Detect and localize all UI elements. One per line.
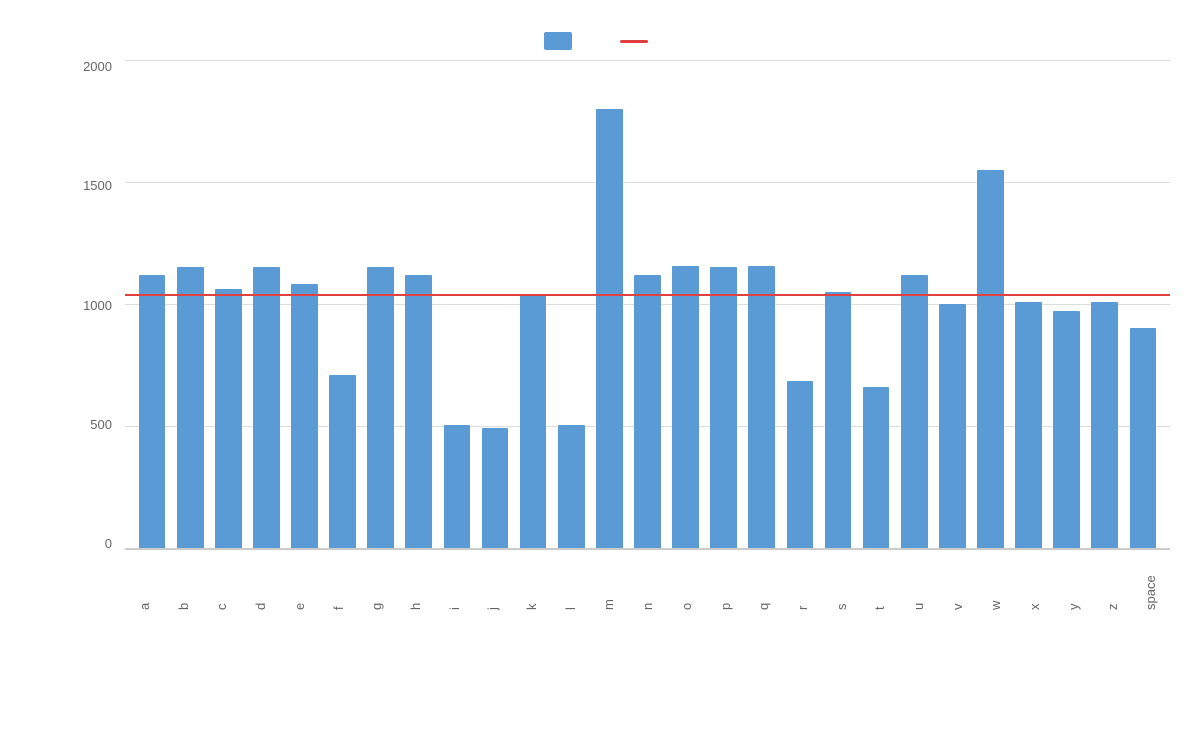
- bar-group-space: [1124, 60, 1162, 548]
- x-label-f: f: [319, 555, 358, 610]
- bar-group-i: [438, 60, 476, 548]
- bar-p: [710, 267, 737, 548]
- bar-group-t: [857, 60, 895, 548]
- x-label-j: j: [473, 555, 512, 610]
- average-line: [125, 294, 1170, 296]
- bar-r: [787, 381, 814, 548]
- bar-y: [1053, 311, 1080, 548]
- bar-h: [405, 275, 432, 548]
- legend-item-line: [620, 40, 656, 43]
- x-label-c: c: [202, 555, 241, 610]
- bar-b: [177, 267, 204, 548]
- bar-group-y: [1048, 60, 1086, 548]
- bar-group-o: [667, 60, 705, 548]
- bar-t: [863, 387, 890, 548]
- bar-d: [253, 267, 280, 548]
- bar-group-x: [1010, 60, 1048, 548]
- chart-container: 2000 1500 1000 500 0 abcdefghijklmnopqrs…: [0, 0, 1200, 742]
- y-label-0: 0: [105, 537, 112, 550]
- bar-group-w: [971, 60, 1009, 548]
- x-label-h: h: [396, 555, 435, 610]
- y-axis-labels: 2000 1500 1000 500 0: [70, 60, 120, 550]
- bar-group-p: [705, 60, 743, 548]
- bar-o: [672, 266, 699, 548]
- legend-bar-icon: [544, 32, 572, 50]
- bar-g: [367, 267, 394, 548]
- bar-group-r: [781, 60, 819, 548]
- bar-group-j: [476, 60, 514, 548]
- x-label-e: e: [280, 555, 319, 610]
- bar-group-u: [895, 60, 933, 548]
- plot-area: [125, 60, 1170, 550]
- x-label-p: p: [706, 555, 745, 610]
- bar-group-z: [1086, 60, 1124, 548]
- x-label-s: s: [822, 555, 861, 610]
- x-label-n: n: [628, 555, 667, 610]
- bar-group-n: [628, 60, 666, 548]
- bar-group-s: [819, 60, 857, 548]
- x-label-space: space: [1131, 555, 1170, 610]
- x-label-v: v: [938, 555, 977, 610]
- bar-z: [1091, 302, 1118, 548]
- y-label-500: 500: [90, 418, 112, 431]
- x-label-b: b: [164, 555, 203, 610]
- legend-item-bar: [544, 32, 580, 50]
- bar-a: [139, 275, 166, 548]
- x-label-d: d: [241, 555, 280, 610]
- bar-u: [901, 275, 928, 548]
- x-label-x: x: [1015, 555, 1054, 610]
- bar-l: [558, 425, 585, 548]
- bar-w: [977, 170, 1004, 548]
- chart-area: 2000 1500 1000 500 0 abcdefghijklmnopqrs…: [70, 60, 1170, 620]
- y-label-2000: 2000: [83, 60, 112, 73]
- bar-x: [1015, 302, 1042, 548]
- bar-group-c: [209, 60, 247, 548]
- bar-f: [329, 375, 356, 548]
- x-label-l: l: [551, 555, 590, 610]
- bar-group-f: [324, 60, 362, 548]
- x-label-u: u: [899, 555, 938, 610]
- bar-j: [482, 428, 509, 548]
- y-label-1500: 1500: [83, 179, 112, 192]
- bar-group-m: [590, 60, 628, 548]
- x-label-t: t: [860, 555, 899, 610]
- x-label-w: w: [976, 555, 1015, 610]
- bar-s: [825, 292, 852, 548]
- bar-e: [291, 284, 318, 548]
- bar-group-b: [171, 60, 209, 548]
- x-label-o: o: [667, 555, 706, 610]
- bar-group-h: [400, 60, 438, 548]
- bar-group-d: [247, 60, 285, 548]
- x-label-k: k: [512, 555, 551, 610]
- x-axis-labels: abcdefghijklmnopqrstuvwxyzspace: [125, 555, 1170, 610]
- x-label-r: r: [783, 555, 822, 610]
- bar-m: [596, 109, 623, 548]
- bar-n: [634, 275, 661, 548]
- bar-space: [1130, 328, 1157, 548]
- x-label-m: m: [589, 555, 628, 610]
- x-label-q: q: [744, 555, 783, 610]
- bar-group-g: [362, 60, 400, 548]
- bar-group-k: [514, 60, 552, 548]
- legend-line-icon: [620, 40, 648, 43]
- x-label-a: a: [125, 555, 164, 610]
- bar-group-a: [133, 60, 171, 548]
- bar-v: [939, 304, 966, 548]
- y-label-1000: 1000: [83, 299, 112, 312]
- bar-group-v: [933, 60, 971, 548]
- bars-container: [125, 60, 1170, 548]
- x-label-i: i: [435, 555, 474, 610]
- x-label-g: g: [357, 555, 396, 610]
- bar-group-q: [743, 60, 781, 548]
- bar-i: [444, 425, 471, 548]
- x-label-y: y: [1054, 555, 1093, 610]
- bar-q: [748, 266, 775, 548]
- bar-group-e: [285, 60, 323, 548]
- x-label-z: z: [1093, 555, 1132, 610]
- bar-c: [215, 289, 242, 548]
- bar-k: [520, 294, 547, 548]
- legend: [544, 32, 656, 50]
- bar-group-l: [552, 60, 590, 548]
